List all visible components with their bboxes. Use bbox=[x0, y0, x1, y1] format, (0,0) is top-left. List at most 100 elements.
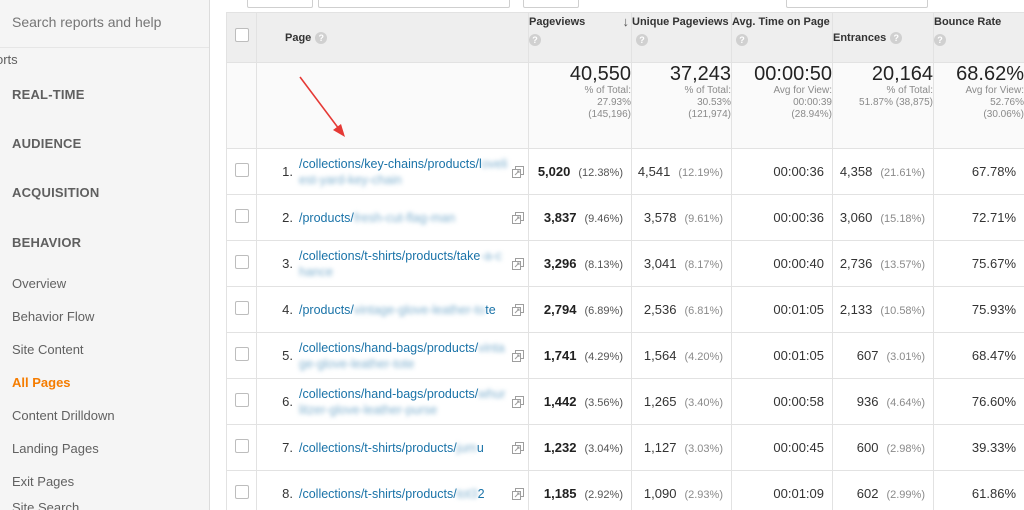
toolbar-control[interactable] bbox=[523, 0, 579, 8]
search-input[interactable] bbox=[12, 10, 197, 34]
avg-time-cell: 00:01:05 bbox=[731, 332, 833, 379]
col-header-entrances[interactable]: Entrances? bbox=[832, 12, 934, 63]
select-all-cell bbox=[226, 12, 257, 63]
nav-item-site-content[interactable]: Site Content bbox=[12, 342, 84, 357]
unique-pageviews-cell: 1,090 (2.93%) bbox=[631, 470, 732, 510]
page-path-link[interactable]: /collections/t-shirts/products/jumu bbox=[299, 440, 508, 456]
page-path-link[interactable]: /collections/key-chains/products/lovelie… bbox=[299, 156, 508, 188]
page-path-text: /collections/t-shirts/products/ bbox=[299, 486, 457, 501]
nav-section-audience[interactable]: AUDIENCE bbox=[12, 136, 82, 151]
sort-down-arrow-icon[interactable]: ↓ bbox=[623, 13, 630, 31]
col-header-bounce-label: Bounce Rate bbox=[934, 16, 1002, 28]
page-cell-content: 7. /collections/t-shirts/products/jumu bbox=[257, 440, 524, 456]
row-checkbox[interactable] bbox=[234, 347, 249, 361]
nav-item-content-drilldown[interactable]: Content Drilldown bbox=[12, 408, 115, 423]
page-path-tail: te bbox=[485, 302, 496, 317]
page-path-link[interactable]: /collections/hand-bags/products/vintage-… bbox=[299, 340, 508, 372]
unique-pageviews-value: 3,041 bbox=[643, 256, 677, 271]
pageviews-cell: 5,020 (12.38%) bbox=[528, 148, 632, 195]
row-checkbox[interactable] bbox=[234, 439, 249, 453]
entrances-value: 607 bbox=[856, 348, 879, 363]
select-all-checkbox[interactable] bbox=[234, 27, 249, 42]
page-cell: 1. /collections/key-chains/products/lovel… bbox=[256, 148, 529, 195]
page-cell: 4. /products/vintage-glove-leather-tote bbox=[256, 286, 529, 333]
page-path-text: /products/ bbox=[299, 210, 354, 225]
row-rank: 6. bbox=[282, 394, 293, 409]
row-checkbox[interactable] bbox=[234, 163, 249, 177]
entrances-cell: 2,133 (10.58%) bbox=[832, 286, 934, 333]
page-path-link[interactable]: /collections/t-shirts/products/tot32 bbox=[299, 486, 508, 502]
row-checkbox[interactable] bbox=[234, 255, 249, 269]
nav-item-overview[interactable]: Overview bbox=[12, 276, 66, 291]
row-checkbox[interactable] bbox=[234, 393, 249, 407]
page-path-text: /collections/t-shirts/products/take bbox=[299, 248, 481, 263]
entrances-pct: (4.64%) bbox=[886, 397, 925, 409]
nav-item-site-search[interactable]: Site Search bbox=[12, 500, 79, 510]
col-header-pageviews[interactable]: ↓ Pageviews? bbox=[528, 12, 632, 63]
page-path-tail: u bbox=[476, 440, 484, 455]
table-row: 7. /collections/t-shirts/products/jumu 1,2… bbox=[226, 424, 1024, 471]
avg-time-value: 00:00:40 bbox=[773, 256, 824, 271]
nav-item-exit-pages[interactable]: Exit Pages bbox=[12, 474, 74, 489]
row-checkbox[interactable] bbox=[234, 301, 249, 315]
page-path-blurred: vintage-glove-leather-to bbox=[353, 302, 486, 317]
help-icon[interactable]: ? bbox=[890, 31, 903, 44]
table-row: 4. /products/vintage-glove-leather-tote 2,… bbox=[226, 286, 1024, 333]
page-path-blurred: jum bbox=[456, 440, 477, 455]
page-cell: 5. /collections/hand-bags/products/vintag… bbox=[256, 332, 529, 379]
nav-section-acquisition[interactable]: ACQUISITION bbox=[12, 185, 99, 200]
unique-pageviews-cell: 2,536 (6.81%) bbox=[631, 286, 732, 333]
help-icon[interactable]: ? bbox=[636, 34, 648, 47]
page-path-link[interactable]: /products/vintage-glove-leather-tote bbox=[299, 302, 508, 318]
open-external-icon[interactable] bbox=[512, 257, 524, 270]
col-header-bounce-rate[interactable]: Bounce Rate? bbox=[933, 12, 1024, 63]
entrances-value: 602 bbox=[856, 486, 879, 501]
open-external-icon[interactable] bbox=[512, 349, 524, 362]
toolbar-control[interactable] bbox=[318, 0, 510, 8]
total-label: % of Total: bbox=[684, 85, 731, 96]
open-external-icon[interactable] bbox=[512, 303, 524, 316]
entrances-cell: 607 (3.01%) bbox=[832, 332, 934, 379]
pageviews-pct: (9.46%) bbox=[584, 213, 623, 225]
row-checkbox[interactable] bbox=[234, 209, 249, 223]
entrances-value: 2,736 bbox=[839, 256, 873, 271]
col-header-page[interactable]: Page? bbox=[256, 12, 529, 63]
col-header-unique-pageviews[interactable]: Unique Pageviews? bbox=[631, 12, 732, 63]
bounce-rate-value: 76.60% bbox=[971, 394, 1016, 409]
open-external-icon[interactable] bbox=[512, 395, 524, 408]
help-icon[interactable]: ? bbox=[529, 34, 541, 47]
table-row: 8. /collections/t-shirts/products/tot32 1,… bbox=[226, 470, 1024, 510]
pageviews-value: 1,741 bbox=[543, 348, 577, 363]
col-header-page-label: Page bbox=[285, 31, 312, 44]
nav-item-landing-pages[interactable]: Landing Pages bbox=[12, 441, 99, 456]
pageviews-value: 5,020 bbox=[537, 164, 571, 179]
open-external-icon[interactable] bbox=[512, 441, 524, 454]
nav-section-behavior[interactable]: BEHAVIOR bbox=[12, 235, 81, 250]
bounce-rate-value: 61.86% bbox=[971, 486, 1016, 501]
page-path-link[interactable]: /collections/hand-bags/products/whurlitz… bbox=[299, 386, 508, 418]
open-external-icon[interactable] bbox=[512, 165, 524, 178]
entrances-value: 4,358 bbox=[839, 164, 873, 179]
toolbar-control[interactable] bbox=[247, 0, 313, 8]
open-external-icon[interactable] bbox=[512, 211, 524, 224]
nav-item-all-pages[interactable]: All Pages bbox=[12, 375, 71, 390]
pageviews-cell: 3,837 (9.46%) bbox=[528, 194, 632, 241]
col-header-avg-time[interactable]: Avg. Time on Page? bbox=[731, 12, 833, 63]
help-icon[interactable]: ? bbox=[934, 34, 946, 47]
open-external-icon[interactable] bbox=[512, 487, 524, 500]
page-path-link[interactable]: /products/fresh-cut-flag-man bbox=[299, 210, 508, 226]
pageviews-value: 3,837 bbox=[543, 210, 577, 225]
nav-item-behavior-flow[interactable]: Behavior Flow bbox=[12, 309, 94, 324]
help-icon[interactable]: ? bbox=[315, 31, 328, 44]
help-icon[interactable]: ? bbox=[736, 34, 748, 47]
unique-pageviews-pct: (6.81%) bbox=[684, 305, 723, 317]
total-label: % of Total: bbox=[584, 85, 631, 96]
entrances-cell: 3,060 (15.18%) bbox=[832, 194, 934, 241]
nav-section-real-time[interactable]: REAL-TIME bbox=[12, 87, 85, 102]
toolbar-search[interactable] bbox=[786, 0, 928, 8]
page-path-text: /collections/hand-bags/products/ bbox=[299, 340, 479, 355]
page-path-link[interactable]: /collections/t-shirts/products/take-a-ch… bbox=[299, 248, 508, 280]
total-label: Avg for View: bbox=[965, 85, 1024, 96]
unique-pageviews-value: 1,564 bbox=[643, 348, 677, 363]
row-checkbox[interactable] bbox=[234, 485, 249, 499]
